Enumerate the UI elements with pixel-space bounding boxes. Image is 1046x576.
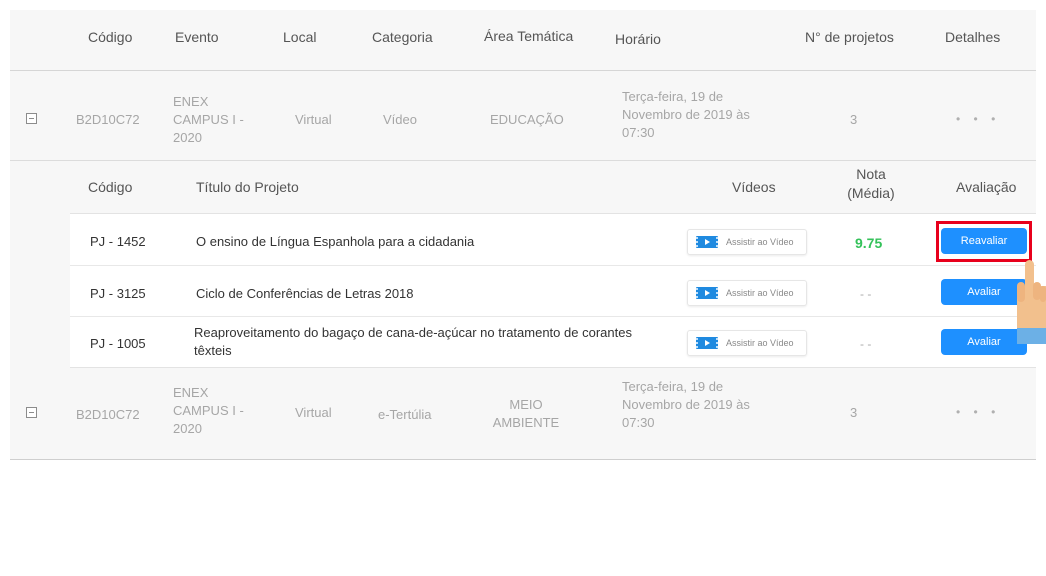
projects-header-titulo: Título do Projeto (196, 179, 299, 195)
header-evento: Evento (175, 29, 219, 45)
event-horario: Terça-feira, 19 de Novembro de 2019 às 0… (622, 379, 750, 430)
more-dots-icon[interactable]: • • • (956, 112, 1000, 126)
header-local: Local (283, 29, 317, 45)
event-local: Virtual (295, 405, 332, 420)
watch-video-label: Assistir ao Vídeo (726, 338, 794, 348)
event-codigo: B2D10C72 (76, 112, 140, 127)
video-film-icon (696, 287, 718, 299)
event-evento: ENEX CAMPUS I - 2020 (173, 385, 244, 436)
divider (10, 160, 1036, 161)
watch-video-label: Assistir ao Vídeo (726, 237, 794, 247)
project-nota: - - (860, 287, 872, 301)
header-detalhes: Detalhes (945, 29, 1001, 45)
watch-video-button[interactable]: Assistir ao Vídeo (687, 330, 807, 356)
header-area-tematica: Área Temática (484, 28, 574, 44)
project-codigo: PJ - 1005 (90, 336, 146, 351)
header-horario: Horário (615, 31, 661, 47)
divider (10, 70, 1036, 71)
project-codigo: PJ - 3125 (90, 286, 146, 301)
projects-header-codigo: Código (88, 179, 133, 195)
collapse-minus-icon[interactable] (26, 407, 37, 418)
event-categoria: e-Tertúlia (378, 407, 432, 422)
event-codigo: B2D10C72 (76, 407, 140, 422)
watch-video-button[interactable]: Assistir ao Vídeo (687, 229, 807, 255)
event-n-projetos: 3 (850, 405, 858, 420)
event-area: EDUCAÇÃO (490, 112, 564, 127)
event-local: Virtual (295, 112, 332, 127)
watch-video-label: Assistir ao Vídeo (726, 288, 794, 298)
collapse-minus-icon[interactable] (26, 113, 37, 124)
event-evento: ENEX CAMPUS I - 2020 (173, 94, 244, 145)
divider (70, 213, 1036, 214)
project-titulo: O ensino de Língua Espanhola para a cida… (196, 234, 475, 249)
video-film-icon (696, 236, 718, 248)
divider (70, 367, 1036, 368)
hand-pointer-icon (1017, 260, 1046, 344)
divider (10, 459, 1036, 460)
projects-header-nota: Nota (Média) (847, 166, 895, 201)
event-horario: Terça-feira, 19 de Novembro de 2019 às 0… (622, 89, 750, 140)
project-titulo: Reaproveitamento do bagaço de cana-de-aç… (194, 325, 632, 358)
projects-header-videos: Vídeos (732, 179, 776, 195)
header-categoria: Categoria (372, 29, 433, 45)
event-categoria: Vídeo (383, 112, 417, 127)
divider (70, 265, 1036, 266)
project-titulo: Ciclo de Conferências de Letras 2018 (196, 286, 414, 301)
divider (70, 316, 1036, 317)
header-n-projetos: N° de projetos (805, 29, 894, 45)
event-area: MEIO AMBIENTE (492, 397, 560, 430)
projects-header-avaliacao: Avaliação (956, 179, 1017, 195)
project-nota: 9.75 (855, 235, 883, 251)
event-n-projetos: 3 (850, 112, 858, 127)
video-film-icon (696, 337, 718, 349)
header-codigo: Código (88, 29, 133, 45)
project-nota: - - (860, 337, 872, 351)
project-codigo: PJ - 1452 (90, 234, 146, 249)
watch-video-button[interactable]: Assistir ao Vídeo (687, 280, 807, 306)
more-dots-icon[interactable]: • • • (956, 405, 1000, 419)
